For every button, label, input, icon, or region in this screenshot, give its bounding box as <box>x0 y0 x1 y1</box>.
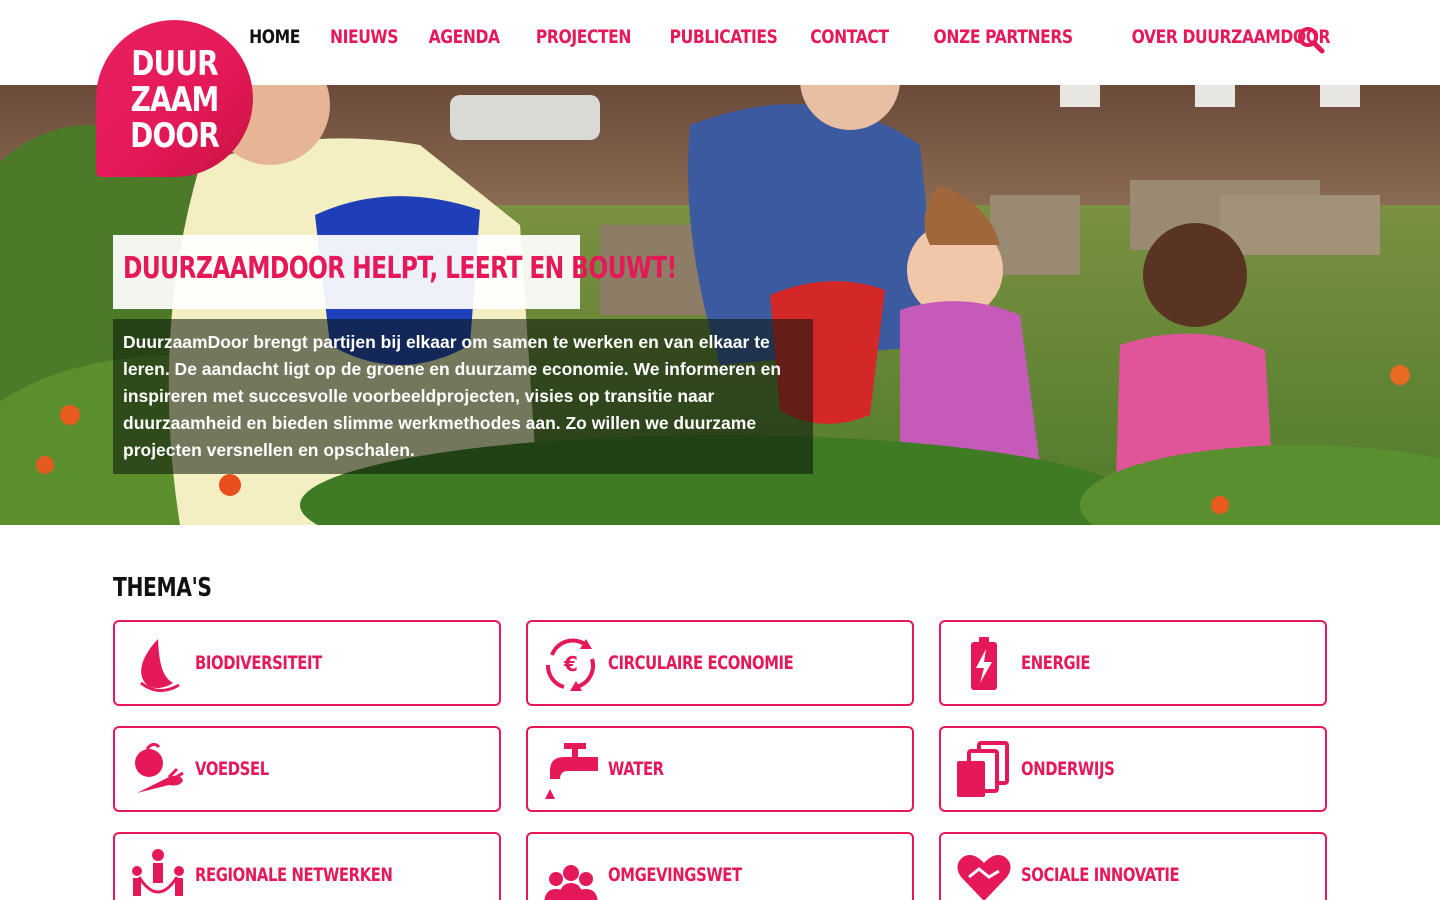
theme-card-water[interactable]: Water <box>526 726 914 812</box>
svg-text:€: € <box>563 652 578 676</box>
logo-text: DUUR ZAAM DOOR <box>130 44 220 156</box>
leaf-icon <box>140 639 180 692</box>
euro-cycle-icon: € <box>546 638 595 691</box>
nav-nieuws[interactable]: Nieuws <box>330 26 398 48</box>
theme-card-circulaire-economie[interactable]: € Circulaire economie <box>526 620 914 706</box>
nav-publicaties[interactable]: Publicaties <box>670 26 778 48</box>
heart-handshake-icon <box>957 855 1011 900</box>
nav-onze-partners[interactable]: Onze partners <box>934 26 1074 48</box>
battery-icon <box>971 637 997 690</box>
theme-card-energie[interactable]: Energie <box>939 620 1327 706</box>
theme-card-regionale-netwerken[interactable]: Regionale netwerken <box>113 832 501 900</box>
themes-title: Thema's <box>113 573 212 603</box>
water-tap-icon <box>545 743 598 799</box>
hero-text-box: DuurzaamDoor brengt partijen bij elkaar … <box>113 319 813 474</box>
main-nav: Home Nieuws Agenda Projecten Publicaties… <box>223 26 1331 48</box>
search-button[interactable] <box>1297 26 1325 54</box>
theme-card-biodiversiteit[interactable]: Biodiversiteit <box>113 620 501 706</box>
search-icon <box>1298 27 1325 54</box>
nav-projecten[interactable]: Projecten <box>536 26 632 48</box>
books-icon <box>957 741 1009 797</box>
vegetables-icon <box>135 742 184 793</box>
nav-agenda[interactable]: Agenda <box>429 26 500 48</box>
hero-text: DuurzaamDoor brengt partijen bij elkaar … <box>123 332 782 460</box>
site-logo[interactable]: DUUR ZAAM DOOR <box>96 20 253 177</box>
theme-card-omgevingswet[interactable]: Omgevingswet <box>526 832 914 900</box>
nav-home[interactable]: Home <box>250 26 301 48</box>
hero-title-box: DuurzaamDoor helpt, leert en bouwt! <box>113 235 677 309</box>
network-people-icon <box>132 849 184 896</box>
nav-contact[interactable]: Contact <box>810 26 889 48</box>
group-people-icon <box>544 865 598 900</box>
theme-card-sociale-innovatie[interactable]: Sociale innovatie <box>939 832 1327 900</box>
theme-card-voedsel[interactable]: Voedsel <box>113 726 501 812</box>
theme-card-onderwijs[interactable]: Onderwijs <box>939 726 1327 812</box>
hero-title: DuurzaamDoor helpt, leert en bouwt! <box>123 251 677 286</box>
